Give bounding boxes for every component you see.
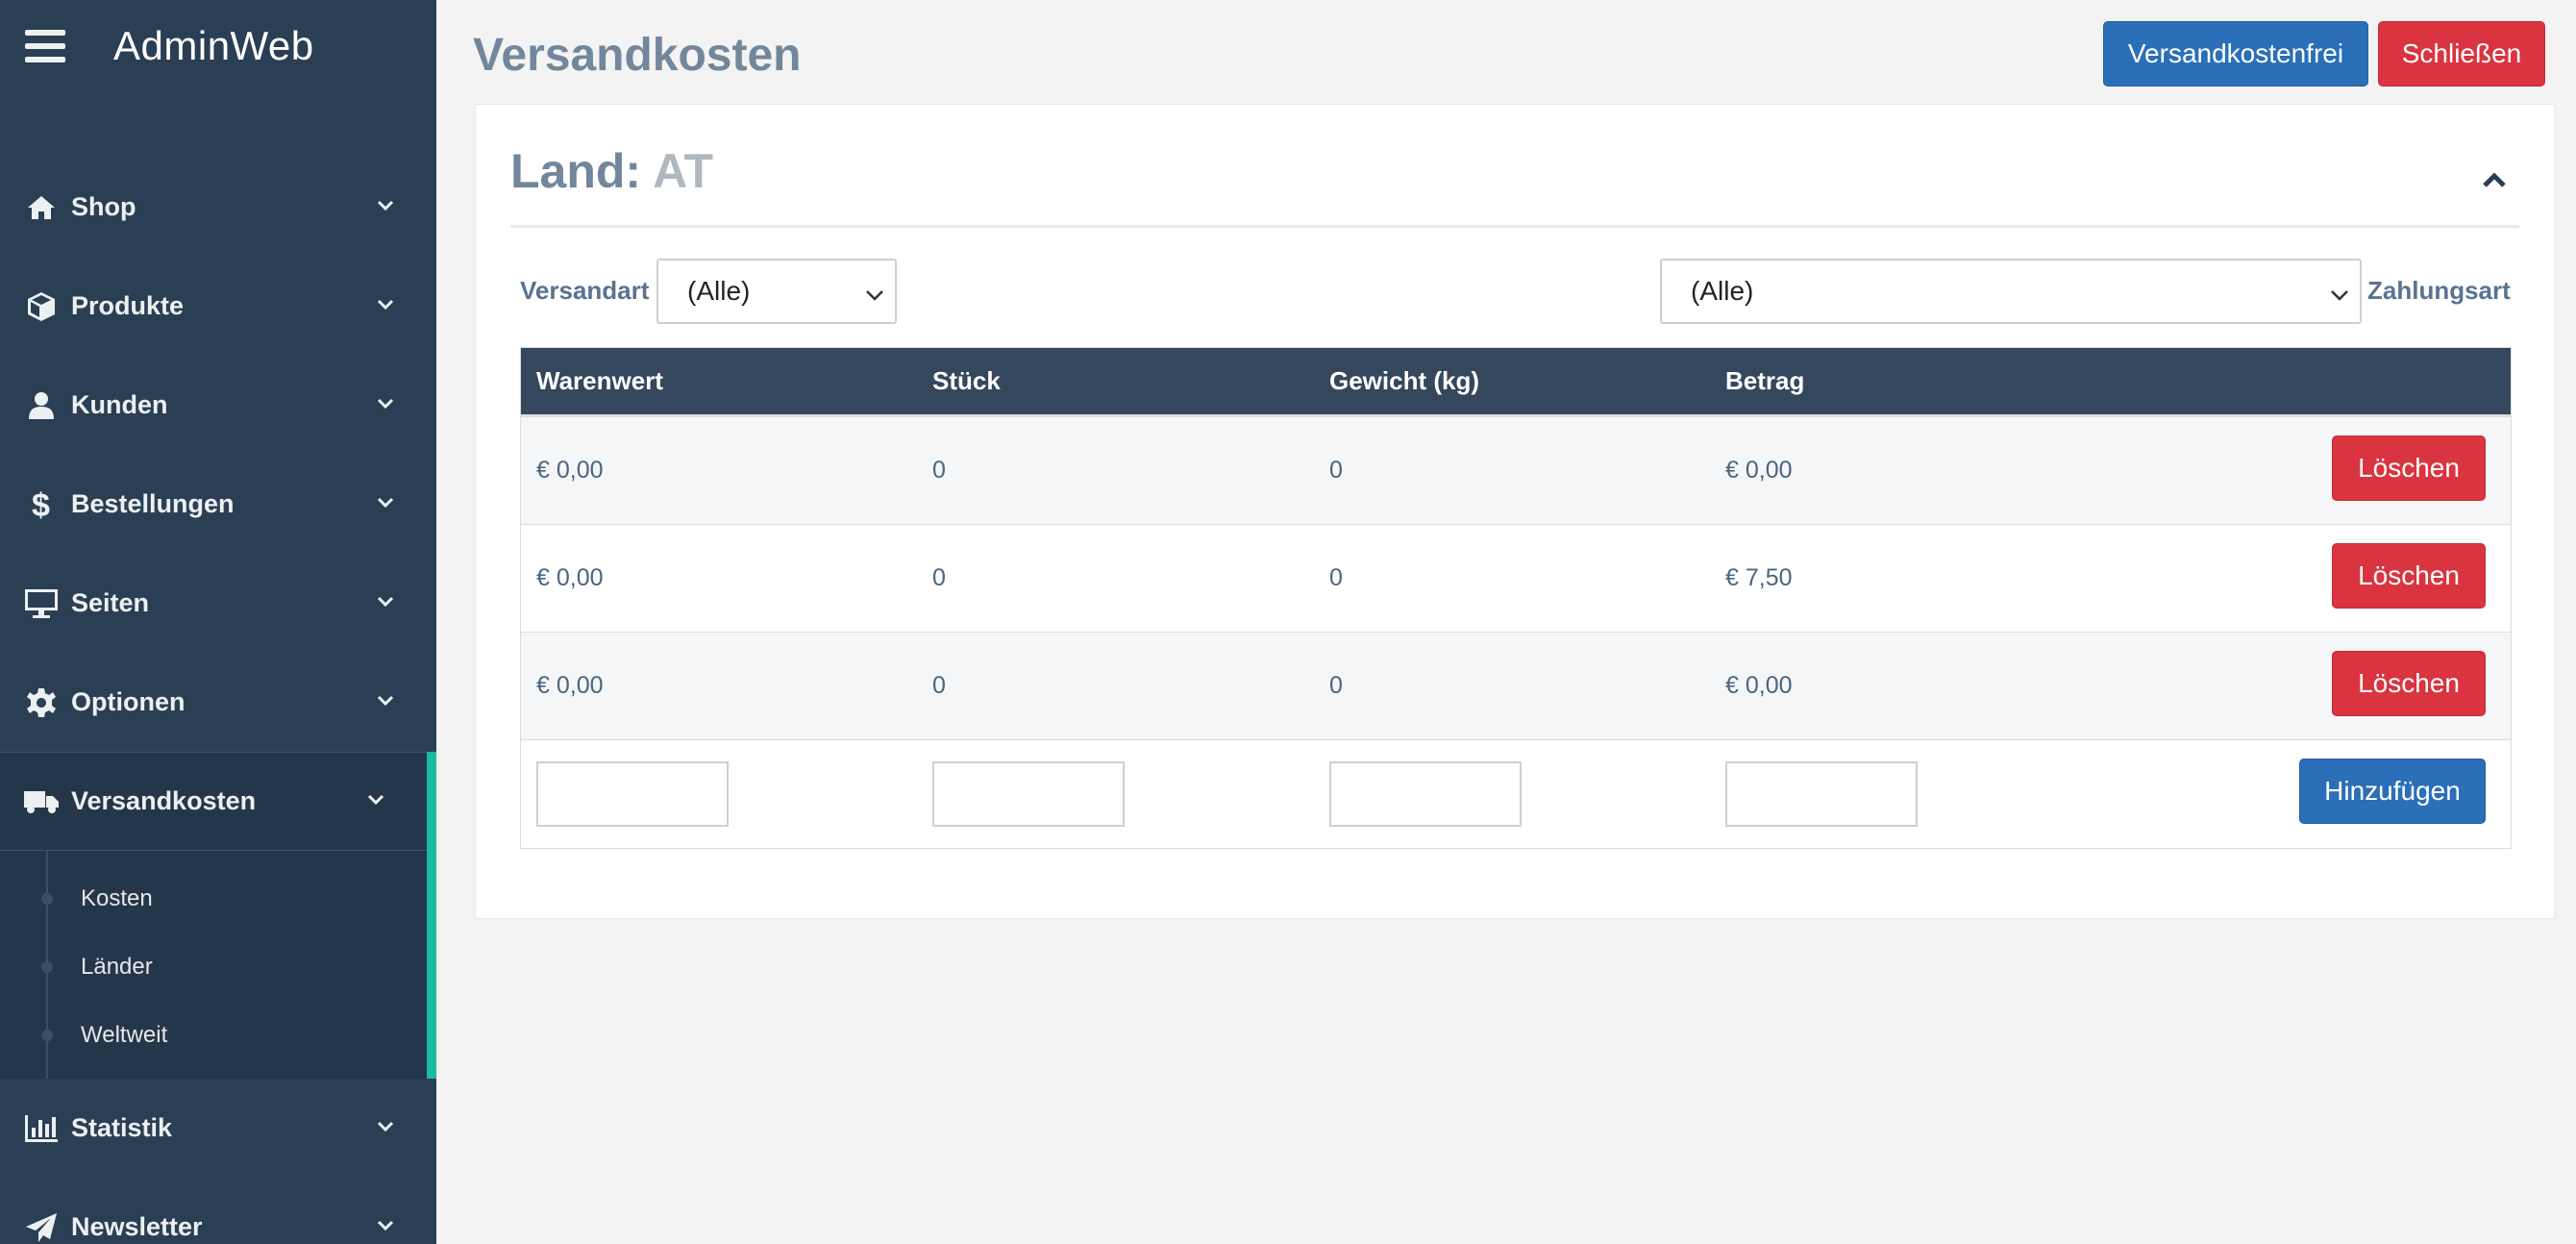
sidebar-active-group: Versandkosten Kosten Länder Weltweit [0, 752, 436, 1079]
shipping-cost-table: Warenwert Stück Gewicht (kg) Betrag € 0,… [520, 347, 2512, 849]
svg-text:$: $ [32, 487, 50, 522]
column-header-warenwert: Warenwert [536, 366, 663, 395]
cell-gewicht: 0 [1329, 672, 1343, 699]
box-icon [21, 289, 62, 324]
chevron-down-icon [377, 199, 394, 216]
desktop-icon [21, 586, 62, 621]
zahlungsart-select[interactable]: (Alle) [1660, 259, 2362, 324]
hamburger-menu-icon[interactable] [25, 30, 65, 62]
chevron-down-icon [377, 595, 394, 612]
sidebar-menu: Shop Produkte Kunden $ Bestellungen Seit… [0, 158, 436, 1244]
truck-icon [21, 784, 62, 819]
sidebar-item-optionen[interactable]: Optionen [0, 653, 436, 752]
page-title: Versandkosten [473, 30, 802, 81]
chevron-down-icon [377, 694, 394, 711]
sidebar-item-label: Shop [71, 192, 136, 221]
sidebar-item-label: Seiten [71, 588, 150, 617]
user-icon [21, 388, 62, 423]
country-code: AT [653, 144, 714, 198]
sidebar-item-label: Versandkosten [71, 786, 257, 815]
cell-warenwert: € 0,00 [536, 564, 604, 591]
sidebar-item-versandkosten[interactable]: Versandkosten [0, 752, 427, 851]
chevron-down-icon [367, 793, 384, 810]
cell-betrag: € 0,00 [1725, 457, 1793, 484]
sidebar-item-kunden[interactable]: Kunden [0, 356, 436, 455]
panel-title: Land: AT [510, 143, 2519, 199]
cell-warenwert: € 0,00 [536, 672, 604, 699]
chevron-down-icon [377, 298, 394, 315]
sidebar-item-seiten[interactable]: Seiten [0, 554, 436, 653]
warenwert-input[interactable] [536, 761, 729, 827]
cell-new-stueck [917, 761, 1314, 827]
chevron-up-icon[interactable] [2475, 161, 2514, 199]
chevron-down-icon [377, 397, 394, 414]
submenu-item-kosten[interactable]: Kosten [0, 864, 427, 933]
sidebar-item-newsletter[interactable]: Newsletter [0, 1178, 436, 1244]
stueck-input[interactable] [932, 761, 1125, 827]
chevron-down-icon [377, 1219, 394, 1236]
sidebar-item-label: Statistik [71, 1113, 173, 1142]
zahlungsart-select-value: (Alle) [1691, 276, 1754, 306]
versandart-label: Versandart [520, 276, 650, 305]
delete-button[interactable]: Löschen [2332, 435, 2486, 501]
chevron-down-icon [2329, 282, 2350, 312]
table-row: € 0,00 0 0 € 7,50 Löschen [521, 525, 2511, 633]
close-button[interactable]: Schließen [2378, 21, 2545, 87]
sidebar-item-label: Bestellungen [71, 489, 235, 518]
cell-new-gewicht [1314, 761, 1710, 827]
sidebar-item-shop[interactable]: Shop [0, 158, 436, 257]
column-header-stueck: Stück [932, 366, 1001, 395]
brand-name[interactable]: AdminWeb [113, 23, 314, 69]
chevron-down-icon [377, 1120, 394, 1137]
cell-betrag: € 7,50 [1725, 564, 1793, 591]
submenu-item-weltweit[interactable]: Weltweit [0, 1001, 427, 1069]
versandart-select-value: (Alle) [687, 276, 751, 306]
cell-gewicht: 0 [1329, 564, 1343, 591]
cell-warenwert: € 0,00 [536, 457, 604, 484]
cell-new-warenwert [521, 761, 917, 827]
column-header-betrag: Betrag [1725, 366, 1805, 395]
delete-button[interactable]: Löschen [2332, 651, 2486, 716]
versandart-select[interactable]: (Alle) [656, 259, 897, 324]
cell-new-betrag [1710, 761, 2094, 827]
chevron-down-icon [377, 496, 394, 513]
home-icon [21, 190, 62, 225]
table-row: € 0,00 0 0 € 0,00 Löschen [521, 633, 2511, 740]
country-panel: Land: AT Versandart (Alle) (Alle) Zahlun… [475, 104, 2555, 919]
table-row-new-entry: Hinzufügen [521, 740, 2511, 848]
gewicht-input[interactable] [1329, 761, 1522, 827]
column-header-gewicht: Gewicht (kg) [1329, 366, 1480, 395]
sidebar-item-label: Optionen [71, 687, 186, 716]
chevron-down-icon [864, 282, 885, 312]
cell-gewicht: 0 [1329, 457, 1343, 484]
sidebar: AdminWeb Shop Produkte Kunden $ Bestellu… [0, 0, 436, 1244]
submenu-versandkosten: Kosten Länder Weltweit [0, 851, 427, 1079]
delete-button[interactable]: Löschen [2332, 543, 2486, 609]
shipping-free-button[interactable]: Versandkostenfrei [2103, 21, 2368, 87]
zahlungsart-label: Zahlungsart [2367, 276, 2511, 305]
sidebar-item-label: Produkte [71, 291, 185, 320]
table-row: € 0,00 0 0 € 0,00 Löschen [521, 417, 2511, 525]
main-content: Versandkosten Versandkostenfrei Schließe… [436, 0, 2576, 1244]
add-button[interactable]: Hinzufügen [2299, 759, 2486, 824]
sidebar-item-bestellungen[interactable]: $ Bestellungen [0, 455, 436, 554]
sidebar-item-label: Kunden [71, 390, 168, 419]
panel-header: Land: AT [510, 143, 2519, 228]
sidebar-item-label: Newsletter [71, 1212, 203, 1241]
submenu-item-laender[interactable]: Länder [0, 933, 427, 1001]
paper-plane-icon [21, 1210, 62, 1244]
panel-title-prefix: Land: [510, 144, 642, 198]
sidebar-item-statistik[interactable]: Statistik [0, 1079, 436, 1178]
betrag-input[interactable] [1725, 761, 1918, 827]
cell-stueck: 0 [932, 564, 946, 591]
gear-icon [21, 685, 62, 720]
dollar-icon: $ [21, 487, 62, 522]
cell-stueck: 0 [932, 672, 946, 699]
table-header: Warenwert Stück Gewicht (kg) Betrag [521, 348, 2511, 417]
cell-betrag: € 0,00 [1725, 672, 1793, 699]
bar-chart-icon [21, 1111, 62, 1146]
sidebar-item-produkte[interactable]: Produkte [0, 257, 436, 356]
sidebar-header: AdminWeb [0, 0, 436, 92]
cell-stueck: 0 [932, 457, 946, 484]
